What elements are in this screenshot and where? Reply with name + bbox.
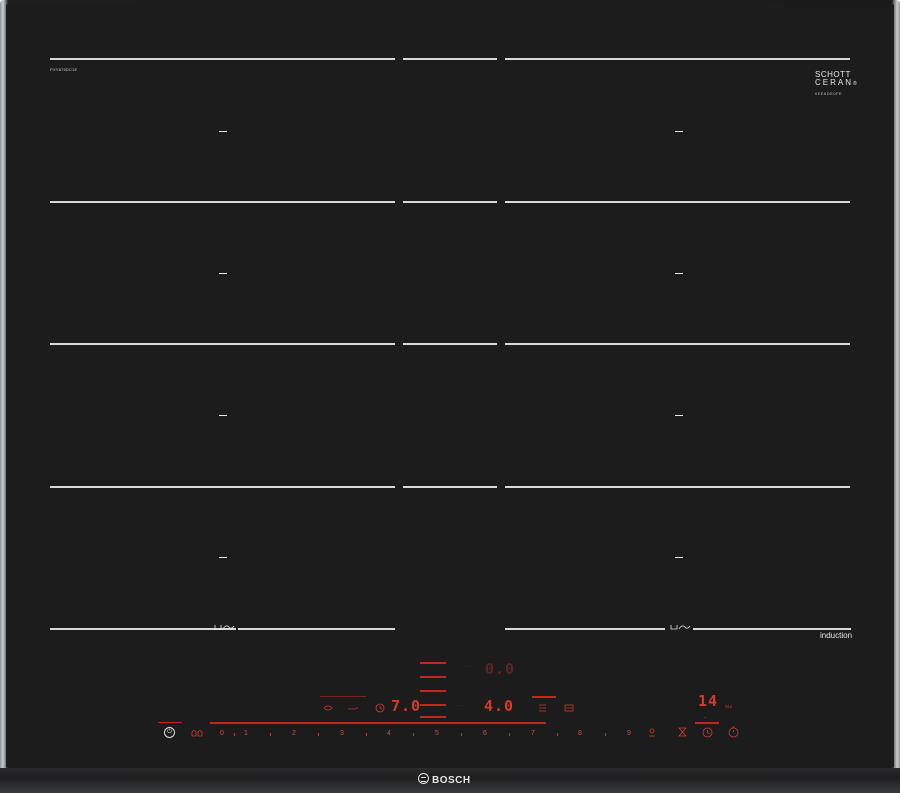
zone-outline-row3-seg2 — [403, 343, 497, 345]
power-level-divider — [557, 733, 558, 736]
right-level-display: 4.0 — [484, 697, 515, 715]
power-level-9[interactable]: 9 — [627, 730, 631, 737]
power-level-0[interactable]: 0 — [220, 730, 224, 737]
center-level-bar-3 — [420, 690, 446, 692]
pan-icon[interactable] — [564, 703, 575, 713]
zone-outline-row3-seg3 — [505, 343, 850, 345]
power-level-divider — [318, 733, 319, 736]
center-level-bar-2 — [420, 676, 446, 678]
right-level-tiny-label: ····· — [455, 703, 468, 708]
zone-outline-row4-seg1 — [50, 486, 395, 488]
zone-outline-row5-seg2 — [238, 628, 395, 630]
power-level-8[interactable]: 8 — [578, 730, 582, 737]
zone-outline-row3-seg1 — [50, 343, 395, 345]
timer-icon[interactable] — [702, 727, 713, 738]
flex-zone-right-icon — [670, 625, 691, 630]
zone-right-3-indicator — [675, 415, 683, 416]
zone-outline-row1-seg1 — [50, 58, 395, 60]
move-icon[interactable] — [323, 704, 333, 712]
power-level-1[interactable]: 1 — [244, 730, 248, 737]
boost-icon[interactable] — [647, 727, 657, 737]
power-level-divider — [413, 733, 414, 736]
stopwatch-icon[interactable] — [728, 726, 739, 738]
right-timer-display: 14 — [698, 692, 719, 710]
zone-outline-row2-seg2 — [403, 201, 497, 203]
zone-left-3-indicator — [219, 415, 227, 416]
induction-hob: PXY875DC1E SCHOTT CERAN® 6EE6DE0FE induc… — [0, 0, 900, 793]
center-level-bar-1 — [420, 662, 446, 664]
power-level-divider — [270, 733, 271, 736]
zone-outline-row1-seg3 — [505, 58, 850, 60]
top-center-display: 0.0 — [485, 660, 516, 678]
power-underline — [158, 722, 182, 723]
power-level-divider — [509, 733, 510, 736]
power-level-2[interactable]: 2 — [292, 730, 296, 737]
left-zone-top-line — [320, 696, 366, 697]
zone-outline-row2-seg3 — [505, 201, 850, 203]
left-level-display: 7.0 — [391, 697, 422, 715]
power-level-divider — [461, 733, 462, 736]
power-level-divider — [366, 733, 367, 736]
zone-right-2-indicator — [675, 273, 683, 274]
schott-ceran-logo: SCHOTT CERAN® 6EE6DE0FE — [815, 70, 858, 97]
zone-outline-row1-seg2 — [403, 58, 497, 60]
timer-icon-left[interactable] — [375, 703, 385, 713]
top-center-tiny-label: ····· — [461, 664, 474, 669]
zone-right-4-indicator — [675, 557, 683, 558]
zone-outline-row4-seg2 — [403, 486, 497, 488]
power-level-4[interactable]: 4 — [387, 730, 391, 737]
zone-left-4-indicator — [219, 557, 227, 558]
induction-label: induction — [820, 631, 853, 640]
power-level-divider — [234, 733, 235, 736]
glass-ceramic-surface — [6, 4, 894, 768]
zone-outline-row5-seg3 — [505, 628, 665, 630]
model-number-right: 6EE6DE0FE — [815, 91, 843, 96]
zone-right-1-indicator — [675, 131, 683, 132]
zone-left-2-indicator — [219, 273, 227, 274]
menu-icon[interactable] — [538, 703, 547, 713]
zone-outline-row2-seg1 — [50, 201, 395, 203]
timer-underline — [695, 722, 719, 724]
child-lock-label: · — [197, 722, 199, 727]
power-level-3[interactable]: 3 — [340, 730, 344, 737]
power-icon: ⏻ — [167, 729, 172, 735]
power-level-divider — [605, 733, 606, 736]
power-level-6[interactable]: 6 — [483, 730, 487, 737]
power-slider-track[interactable] — [210, 722, 546, 724]
power-level-7[interactable]: 7 — [531, 730, 535, 737]
timer-unit-label: min — [725, 704, 733, 709]
zone-left-1-indicator — [219, 131, 227, 132]
center-level-bar-5 — [420, 716, 446, 718]
center-level-bar-4 — [420, 704, 446, 706]
model-number-left: PXY875DC1E — [50, 67, 78, 72]
bosch-logo: BOSCH — [418, 773, 471, 786]
timer-tiny-indicator: ▾ — [704, 715, 707, 720]
child-lock-icon[interactable] — [190, 727, 204, 737]
wipe-protection-icon[interactable] — [678, 727, 687, 737]
zone-outline-row5-seg1 — [50, 628, 236, 630]
power-level-5[interactable]: 5 — [435, 730, 439, 737]
frying-sensor-icon[interactable] — [347, 706, 359, 711]
zone-outline-row4-seg3 — [505, 486, 850, 488]
zone-outline-row5-seg4 — [693, 628, 851, 630]
bosch-armature-icon — [418, 773, 429, 784]
menu-top-bar — [532, 696, 556, 698]
flex-zone-left-icon — [214, 625, 235, 630]
power-button[interactable]: ⏻ — [164, 727, 175, 738]
